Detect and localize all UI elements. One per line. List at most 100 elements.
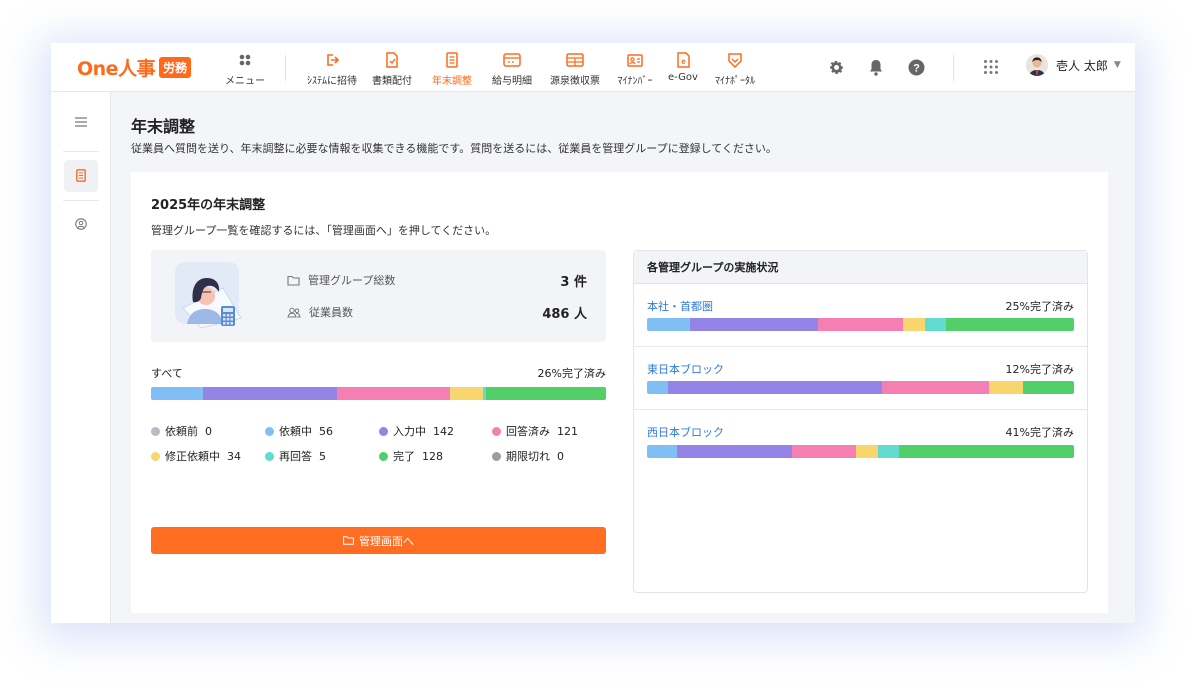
legend-dot [492,451,501,461]
year-end-card: 2025年の年末調整 管理グループ一覧を確認するには、「管理画面へ」を押してくだ… [131,172,1108,613]
withholding-icon [566,51,584,69]
group-count-row: 管理グループ総数 3 件 [287,271,587,290]
notification-bell-icon[interactable] [867,58,885,76]
employee-count-row: 従業員数 486 人 [287,303,587,322]
progress-segment [817,318,904,331]
nav-mynaportal[interactable]: ﾏｲﾅﾎﾟｰﾀﾙ [705,51,765,87]
progress-segment [668,381,882,394]
header-divider [953,55,954,81]
nav-document[interactable]: 書類配付 [363,51,421,87]
legend-dot [151,451,160,461]
progress-segment [903,318,925,331]
group-progress-bar [647,318,1074,331]
page-title: 年末調整 [131,117,196,136]
progress-segment [877,445,899,458]
menu-button[interactable]: メニュー [219,51,271,87]
progress-segment [647,445,677,458]
legend-item: 依頼中 56 [265,423,333,439]
progress-segment [676,445,793,458]
nav-year-end[interactable]: 年末調整 [421,51,483,87]
folder-icon [343,536,354,545]
group-name-link[interactable]: 本社・首都圏 [647,298,713,314]
group-name-link[interactable]: 西日本ブロック [647,424,724,440]
sidebar-toggle-hamburger-icon[interactable] [64,106,98,138]
legend-item: 回答済み 121 [492,423,578,439]
progress-segment [988,381,1023,394]
user-menu[interactable]: 壱人 太郎 ▼ [1026,54,1121,76]
menu-grid-icon [219,51,271,69]
app-launcher-grid-icon[interactable] [982,58,1000,76]
app-window: One人事 労務 メニュー ｼｽﾃﾑに招待 書類配付 年末調整 給与明細 源泉徴… [51,43,1135,623]
svg-text:e: e [681,57,686,66]
legend-dot [265,451,274,461]
nav-egov[interactable]: e e-Gov [661,51,705,87]
progress-segment [898,445,1074,458]
progress-segment [945,318,1074,331]
svg-text:?: ? [913,62,920,74]
go-to-admin-button[interactable]: 管理画面へ [151,527,606,554]
legend-dot [379,451,388,461]
group-count-value: 3 件 [560,274,587,290]
progress-segment [151,387,204,400]
document-icon [385,51,399,69]
progress-segment [1022,381,1074,394]
progress-segment [203,387,338,400]
summary-panel: 管理グループ総数 3 件 従業員数 486 人 [151,250,606,342]
progress-segment [486,387,606,400]
mynaportal-icon [727,51,743,69]
nav-divider [285,55,286,81]
legend-item: 再回答 5 [265,448,326,464]
help-question-icon[interactable]: ? [907,58,925,76]
sidebar-divider [63,151,99,152]
group-progress-bar [647,381,1074,394]
progress-segment [337,387,450,400]
group-progress-bar [647,445,1074,458]
page-description: 従業員へ質問を送り、年末調整に必要な情報を収集できる機能です。質問を送るには、従… [131,142,777,155]
sidebar-item-user[interactable] [64,208,98,240]
top-navigation-bar: One人事 労務 メニュー ｼｽﾃﾑに招待 書類配付 年末調整 給与明細 源泉徴… [51,43,1135,92]
employee-count-value: 486 人 [542,306,587,322]
overall-progress-label: すべて [151,367,183,380]
user-circle-icon [75,215,87,234]
main-nav: ｼｽﾃﾑに招待 書類配付 年末調整 給与明細 源泉徴収票 ﾏｲﾅﾝﾊﾞｰ e e… [301,51,765,87]
legend-item: 入力中 142 [379,423,454,439]
settings-gear-icon[interactable] [827,58,845,76]
people-icon [287,303,301,322]
group-status-title: 各管理グループの実施状況 [634,251,1087,284]
app-logo[interactable]: One人事 労務 [77,55,192,80]
group-row: 東日本ブロック 12%完了済み [634,347,1087,410]
progress-segment [689,318,818,331]
legend-item: 完了 128 [379,448,443,464]
progress-segment [647,381,669,394]
legend-item: 修正依頼中 34 [151,448,241,464]
group-row: 西日本ブロック 41%完了済み [634,410,1087,473]
group-status-panel: 各管理グループの実施状況 本社・首都圏 25%完了済み 東日本ブロック 12%完… [633,250,1088,593]
group-progress-percent: 41%完了済み [1005,426,1074,439]
nav-payslip[interactable]: 給与明細 [483,51,541,87]
year-end-icon [446,51,458,69]
mynumber-icon [627,51,643,69]
progress-segment [792,445,857,458]
invite-icon [324,51,340,69]
group-row: 本社・首都圏 25%完了済み [634,284,1087,347]
legend-dot [151,426,160,436]
nav-mynumber[interactable]: ﾏｲﾅﾝﾊﾞｰ [609,51,661,87]
group-name-link[interactable]: 東日本ブロック [647,361,724,377]
left-sidebar [51,92,111,623]
overall-progress-bar [151,387,606,400]
progress-segment [647,318,690,331]
group-progress-percent: 12%完了済み [1005,363,1074,376]
progress-segment [924,318,946,331]
nav-invite[interactable]: ｼｽﾃﾑに招待 [301,51,363,87]
folder-icon [287,271,300,290]
nav-withholding[interactable]: 源泉徴収票 [541,51,609,87]
overall-progress-percent: 26%完了済み [537,367,606,380]
sidebar-item-year-end[interactable] [64,160,98,192]
person-calculator-illustration [173,262,243,329]
progress-segment [449,387,483,400]
legend-dot [379,426,388,436]
document-icon [76,167,86,186]
payslip-icon [503,51,521,69]
card-title: 2025年の年末調整 [151,198,266,213]
chevron-down-icon: ▼ [1113,60,1121,70]
